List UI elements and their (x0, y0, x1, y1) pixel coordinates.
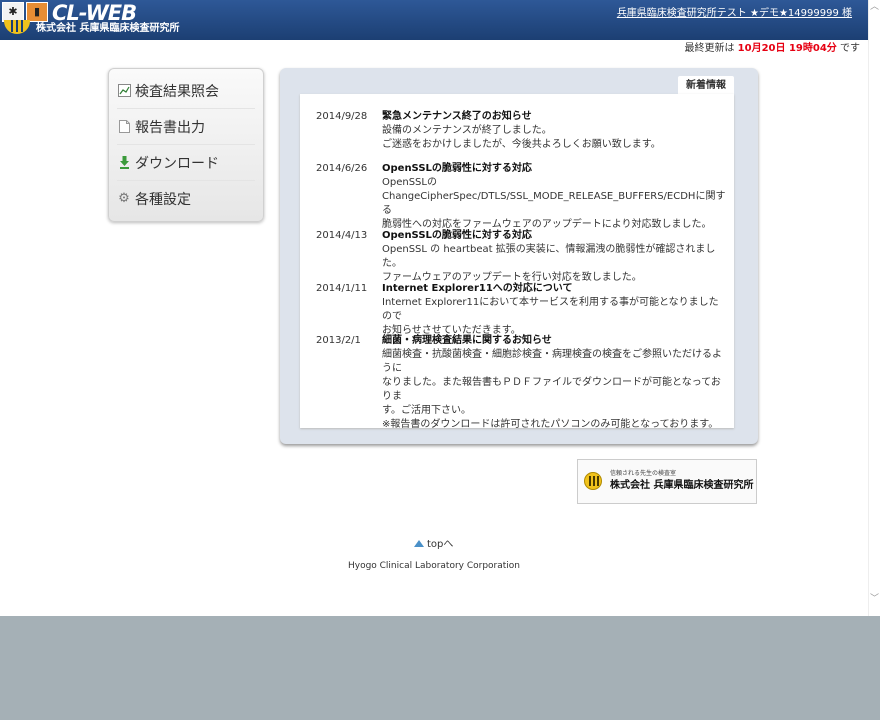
news-entry: 2014/4/13 OpenSSLの脆弱性に対する対応 OpenSSL の he… (316, 229, 728, 285)
news-text-line: OpenSSL の heartbeat 拡張の実装に、情報漏洩の脆弱性が確認され… (382, 244, 716, 269)
gear-icon: ⚙ (118, 190, 130, 206)
news-date: 2014/9/28 (316, 111, 368, 122)
last-updated-suffix: です (836, 43, 860, 54)
news-text-line: ChangeCipherSpec/DTLS/SSL_MODE_RELEASE_B… (382, 191, 726, 216)
news-text-line: す。ご活用下さい。 (382, 405, 471, 416)
news-text-line: 細菌検査・抗酸菌検査・細胞診検査・病理検査の検査をご参照いただけるように (382, 349, 722, 374)
header-bar: ✱ ▮ CL-WEB 株式会社 兵庫県臨床検査研究所 兵庫県臨床検査研究所テスト… (0, 0, 868, 40)
scroll-down-icon[interactable]: ﹀ (870, 594, 879, 604)
vertical-scrollbar[interactable]: ︿ ﹀ (868, 0, 880, 616)
news-text-line: 設備のメンテナンスが終了しました。 (382, 125, 552, 136)
copyright-text: Hyogo Clinical Laboratory Corporation (347, 561, 521, 571)
menu-item-results[interactable]: 検査結果照会 (117, 73, 255, 109)
news-date: 2014/1/11 (316, 283, 368, 294)
menu-item-label: ダウンロード (135, 155, 219, 172)
company-banner-logo[interactable]: 信頼される先生の検査室 株式会社 兵庫県臨床検査研究所 (577, 459, 757, 504)
menu-item-label: 報告書出力 (135, 119, 205, 136)
news-entry: 2014/1/11 Internet Explorer11への対応について In… (316, 282, 728, 338)
user-account-link[interactable]: 兵庫県臨床検査研究所テスト ★デモ★14999999 様 (617, 8, 852, 20)
news-text-line: ※報告書のダウンロードは許可されたパソコンのみ可能となっております。 (382, 419, 719, 430)
news-list: 2014/9/28 緊急メンテナンス終了のお知らせ 設備のメンテナンスが終了しま… (300, 94, 734, 430)
last-updated-date: 10月20日 19時04分 (737, 43, 837, 54)
news-panel: 新着情報 2014/9/28 緊急メンテナンス終了のお知らせ 設備のメンテナンス… (280, 68, 758, 444)
news-tab: 新着情報 (678, 76, 734, 95)
back-to-top-label: topへ (427, 539, 454, 550)
news-title: OpenSSLの脆弱性に対する対応 (382, 230, 532, 241)
company-name: 株式会社 兵庫県臨床検査研究所 (36, 23, 180, 34)
menu-item-download[interactable]: ダウンロード (117, 145, 255, 181)
menu-item-label: 各種設定 (135, 191, 191, 208)
company-seal-icon (584, 472, 602, 490)
news-date: 2014/6/26 (316, 163, 368, 174)
news-text-line: Internet Explorer11において本サービスを利用する事が可能となり… (382, 297, 719, 322)
last-updated: 最終更新は 10月20日 19時04分 です (684, 43, 860, 55)
news-date: 2013/2/1 (316, 335, 361, 346)
news-title: OpenSSLの脆弱性に対する対応 (382, 163, 532, 174)
last-updated-prefix: 最終更新は (684, 43, 738, 54)
document-icon (117, 119, 131, 134)
up-triangle-icon (414, 540, 424, 547)
news-text-line: なりました。また報告書もＰＤＦファイルでダウンロードが可能となっておりま (382, 377, 721, 402)
scroll-up-icon[interactable]: ︿ (870, 2, 879, 12)
news-title: Internet Explorer11への対応について (382, 283, 573, 294)
back-to-top-link[interactable]: topへ (414, 539, 453, 551)
news-text-line: OpenSSLの (382, 177, 437, 188)
news-title: 細菌・病理検査結果に関するお知らせ (382, 335, 552, 346)
news-entry: 2013/2/1 細菌・病理検査結果に関するお知らせ 細菌検査・抗酸菌検査・細胞… (316, 334, 728, 432)
news-text-line: ご迷惑をおかけしましたが、今後共よろしくお願い致します。 (382, 139, 661, 150)
news-entry: 2014/9/28 緊急メンテナンス終了のお知らせ 設備のメンテナンスが終了しま… (316, 110, 728, 152)
logo-company-name: 株式会社 兵庫県臨床検査研究所 (610, 480, 754, 491)
news-title: 緊急メンテナンス終了のお知らせ (382, 111, 532, 122)
brand-logo: CL-WEB (52, 1, 137, 25)
page: ✱ ▮ CL-WEB 株式会社 兵庫県臨床検査研究所 兵庫県臨床検査研究所テスト… (0, 0, 868, 616)
logo-tagline: 信頼される先生の検査室 (610, 470, 677, 477)
chart-icon (117, 83, 131, 98)
menu-item-report[interactable]: 報告書出力 (117, 109, 255, 145)
news-date: 2014/4/13 (316, 230, 368, 241)
logo-mark-icon (4, 20, 30, 34)
door-icon[interactable]: ▮ (26, 2, 48, 22)
app-badges: ✱ ▮ (2, 2, 50, 22)
menu-item-label: 検査結果照会 (135, 83, 219, 100)
download-arrow-icon (117, 155, 131, 170)
news-entry: 2014/6/26 OpenSSLの脆弱性に対する対応 OpenSSLの Cha… (316, 162, 728, 232)
side-menu: 検査結果照会 報告書出力 ダウンロード ⚙ 各種設定 (108, 68, 264, 222)
menu-item-settings[interactable]: ⚙ 各種設定 (117, 181, 255, 216)
app-badge-icon[interactable]: ✱ (2, 2, 24, 22)
